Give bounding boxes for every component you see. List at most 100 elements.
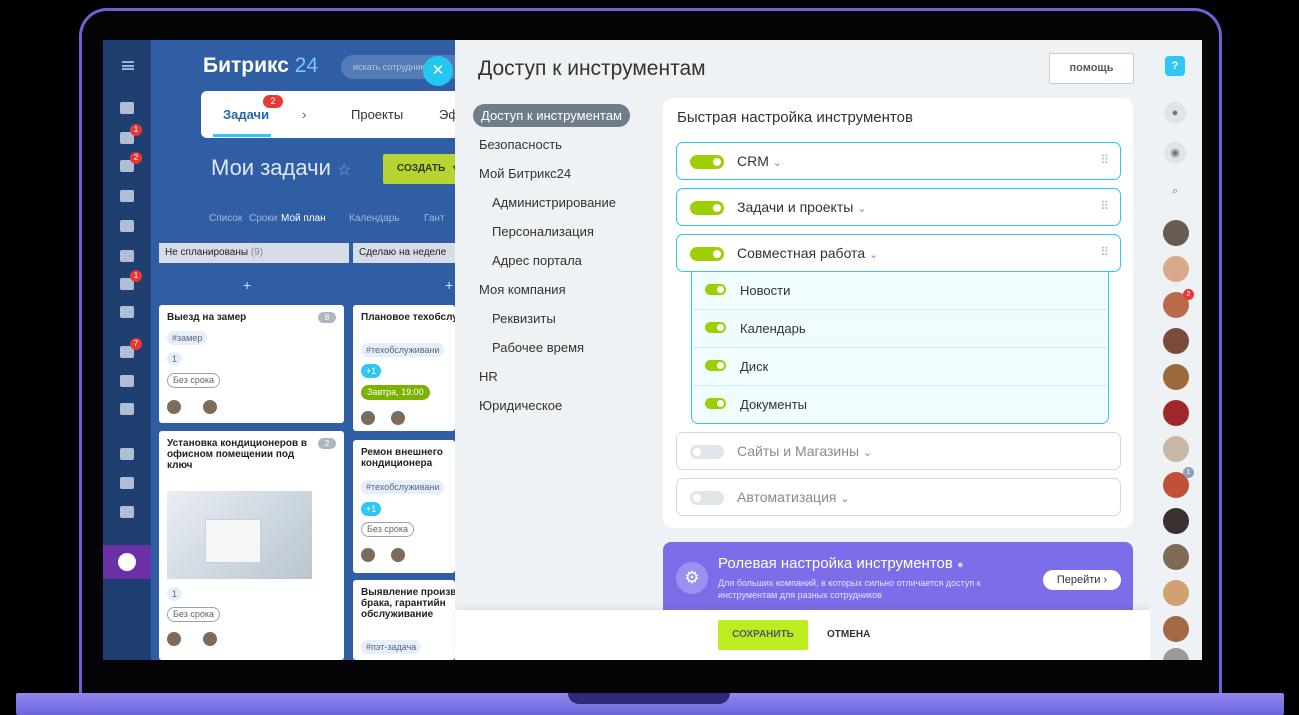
sub-tool-row-news[interactable]: Новости: [691, 272, 1109, 310]
chat-icon[interactable]: ◉: [1164, 142, 1186, 164]
avatar[interactable]: [1163, 580, 1189, 606]
deadline-badge[interactable]: Без срока: [361, 522, 414, 537]
help-icon[interactable]: ?: [1165, 56, 1185, 76]
toggle-switch[interactable]: [705, 284, 726, 295]
toggle-switch[interactable]: [690, 247, 724, 261]
avatar[interactable]: [1163, 648, 1189, 660]
search-icon[interactable]: ⌕: [1164, 180, 1186, 202]
group-icon[interactable]: [120, 306, 134, 318]
deadline-badge[interactable]: Завтра, 19:00: [361, 385, 430, 400]
tool-row-sites[interactable]: Сайты и Магазины ⌄: [676, 432, 1121, 470]
task-card[interactable]: Выявление производственно брака, гаранти…: [353, 580, 455, 660]
menu-item-personalization[interactable]: Персонализация: [492, 224, 594, 239]
menu-item-requisites[interactable]: Реквизиты: [492, 311, 556, 326]
tool-row-collaboration[interactable]: Совместная работа ⌄ ⠿: [676, 234, 1121, 272]
help-button[interactable]: помощь: [1049, 53, 1134, 84]
avatar[interactable]: [1163, 220, 1189, 246]
add-task-icon[interactable]: +: [243, 277, 251, 293]
menu-item-hr[interactable]: HR: [479, 369, 498, 384]
drag-handle-icon[interactable]: ⠿: [1100, 153, 1109, 167]
toggle-switch[interactable]: [690, 155, 724, 169]
question-icon[interactable]: [120, 448, 134, 460]
task-tag[interactable]: #техобслуживани: [361, 480, 445, 494]
add-task-icon[interactable]: +: [445, 277, 453, 293]
avatar[interactable]: [1163, 508, 1189, 534]
drag-handle-icon[interactable]: ⠿: [1100, 199, 1109, 213]
go-button[interactable]: Перейти ›: [1043, 570, 1121, 590]
toggle-switch[interactable]: [705, 398, 726, 409]
sub-tool-row-calendar[interactable]: Календарь: [691, 310, 1109, 348]
laptop-notch: [568, 693, 730, 704]
task-card[interactable]: Выезд на замер 8 #замер 1 Без срока: [159, 305, 344, 423]
brand-logo[interactable]: Битрикс 24: [203, 54, 318, 78]
chevron-down-icon[interactable]: [120, 403, 134, 415]
star-icon[interactable]: ☆: [337, 162, 351, 179]
stream-icon[interactable]: [120, 102, 134, 114]
info-icon[interactable]: ●: [957, 559, 964, 571]
document-icon[interactable]: [120, 220, 134, 232]
toggle-switch[interactable]: [690, 491, 724, 505]
avatar[interactable]: [391, 548, 405, 562]
avatar[interactable]: [1163, 616, 1189, 642]
view-my-plan[interactable]: Мой план: [281, 213, 326, 224]
toggle-switch[interactable]: [690, 201, 724, 215]
task-tag[interactable]: #замер: [167, 331, 208, 345]
tab-projects[interactable]: Проекты: [351, 107, 403, 122]
avatar[interactable]: [1163, 256, 1189, 282]
toggle-switch[interactable]: [705, 360, 726, 371]
save-button[interactable]: СОХРАНИТЬ: [718, 620, 808, 650]
menu-item-legal[interactable]: Юридическое: [479, 398, 562, 413]
checkbox-icon[interactable]: [120, 375, 134, 387]
deadline-badge[interactable]: Без срока: [167, 607, 220, 622]
menu-item-security[interactable]: Безопасность: [479, 137, 562, 152]
avatar[interactable]: [1163, 364, 1189, 390]
avatar[interactable]: [1163, 436, 1189, 462]
close-slider-button[interactable]: ✕: [423, 56, 453, 86]
calendar-icon[interactable]: [120, 190, 134, 202]
menu-item-portal-address[interactable]: Адрес портала: [492, 253, 582, 268]
avatar[interactable]: [203, 400, 217, 414]
drag-handle-icon[interactable]: ⠿: [1100, 245, 1109, 259]
menu-item-administration[interactable]: Администрирование: [492, 195, 616, 210]
avatar[interactable]: [203, 632, 217, 646]
tab-tasks[interactable]: Задачи: [223, 107, 269, 122]
sitemap-icon[interactable]: [120, 477, 134, 489]
tab-badge: 2: [263, 95, 283, 108]
view-deadlines[interactable]: Сроки: [249, 213, 277, 224]
menu-item-my-bitrix[interactable]: Мой Битрикс24: [479, 166, 571, 181]
avatar[interactable]: [391, 411, 405, 425]
tab-chevron-icon[interactable]: ›: [302, 107, 306, 122]
menu-item-working-time[interactable]: Рабочее время: [492, 340, 584, 355]
avatar[interactable]: [167, 632, 181, 646]
crown-button[interactable]: [103, 545, 151, 579]
menu-icon[interactable]: [122, 61, 134, 70]
view-calendar[interactable]: Календарь: [349, 213, 399, 224]
avatar[interactable]: [1163, 400, 1189, 426]
task-card[interactable]: Установка кондиционеров в офисном помеще…: [159, 431, 344, 660]
view-list[interactable]: Список: [209, 213, 242, 224]
toggle-switch[interactable]: [690, 445, 724, 459]
bell-icon[interactable]: ●: [1164, 102, 1186, 124]
tool-row-crm[interactable]: CRM ⌄ ⠿: [676, 142, 1121, 180]
task-tag[interactable]: #техобслуживани: [361, 343, 445, 357]
gear-icon[interactable]: [120, 506, 134, 518]
avatar[interactable]: [167, 400, 181, 414]
menu-item-tools-access[interactable]: Доступ к инструментам: [473, 104, 630, 127]
avatar[interactable]: [1163, 544, 1189, 570]
tool-row-automation[interactable]: Автоматизация ⌄: [676, 478, 1121, 516]
avatar[interactable]: [361, 411, 375, 425]
sub-tool-row-documents[interactable]: Документы: [691, 386, 1109, 424]
cancel-button[interactable]: ОТМЕНА: [827, 620, 870, 650]
deadline-badge[interactable]: Без срока: [167, 373, 220, 388]
toggle-switch[interactable]: [705, 322, 726, 333]
avatar[interactable]: [1163, 328, 1189, 354]
task-card[interactable]: Плановое техобслуживание #техобслуживани…: [353, 305, 455, 431]
sub-tool-row-disk[interactable]: Диск: [691, 348, 1109, 386]
task-tag[interactable]: #пэт-задача: [361, 640, 422, 654]
menu-item-my-company[interactable]: Моя компания: [479, 282, 566, 297]
task-card[interactable]: Ремон внешнего кондиционера #техобслужив…: [353, 440, 455, 573]
avatar[interactable]: [361, 548, 375, 562]
view-gantt[interactable]: Гант: [424, 213, 445, 224]
crm-icon[interactable]: [120, 250, 134, 262]
tool-row-tasks[interactable]: Задачи и проекты ⌄ ⠿: [676, 188, 1121, 226]
